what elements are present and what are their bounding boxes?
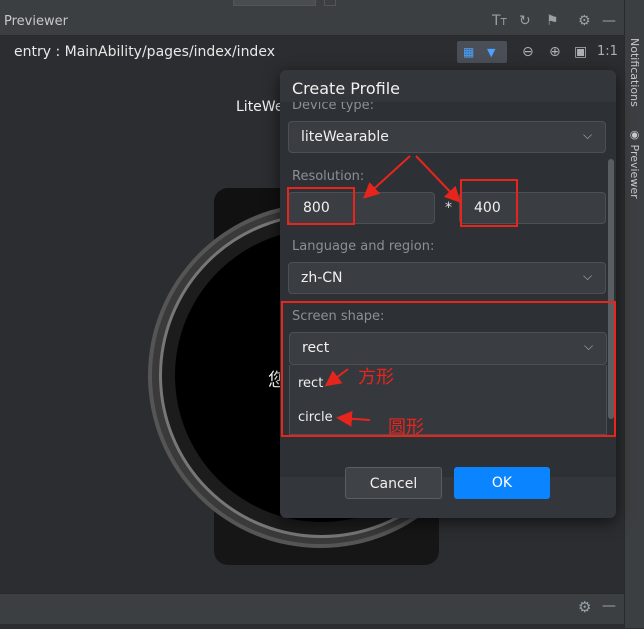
language-select[interactable]: zh-CN ⌵ (288, 262, 606, 294)
triangle-down-icon: ▼ (487, 46, 496, 59)
chevron-down-icon: ⌵ (583, 128, 593, 142)
annotation-rect-note: 方形 (358, 367, 394, 388)
chevron-down-icon: ⌵ (583, 269, 593, 283)
cancel-button[interactable]: Cancel (345, 467, 442, 499)
gear-icon[interactable]: ⚙ (578, 598, 591, 616)
previewer-header: Previewer TT ↻ ⚑ ⚙ — (0, 6, 624, 36)
create-profile-dialog: Create Profile Device type: liteWearable… (280, 70, 616, 518)
dialog-title: Create Profile (292, 79, 400, 98)
zoom-in-icon[interactable]: ⊕ (549, 43, 561, 61)
device-label: LiteWe (236, 99, 284, 115)
device-type-label: Device type: (292, 102, 375, 113)
annotation-box-height (460, 179, 518, 227)
annotation-circle-note: 圆形 (388, 417, 424, 438)
notifications-tab[interactable]: Notifications (628, 38, 641, 107)
previewer-tab-label: Previewer (628, 144, 641, 199)
device-toggle-button[interactable]: ▦ ▼ (457, 41, 507, 63)
panel-title: Previewer (4, 14, 68, 29)
device-type-value: liteWearable (301, 129, 389, 145)
previewer-tab[interactable]: ◉ Previewer (628, 128, 641, 199)
actual-size-icon[interactable]: 1:1 (597, 43, 618, 61)
fit-screen-icon[interactable]: ▣ (574, 43, 587, 61)
annotation-box-shape (281, 301, 616, 437)
ok-button[interactable]: OK (454, 467, 550, 499)
device-type-select[interactable]: liteWearable ⌵ (288, 121, 606, 153)
bottom-bar: ⚙ — (0, 593, 624, 629)
sync-icon[interactable]: ↻ (519, 12, 531, 30)
resolution-separator: * (445, 200, 452, 216)
bottom-strip (0, 624, 624, 629)
language-label: Language and region: (292, 239, 435, 254)
gear-icon[interactable]: ⚙ (578, 12, 591, 30)
annotation-box-width (287, 187, 355, 225)
page-path: entry : MainAbility/pages/index/index (14, 44, 275, 60)
grid-icon: ▦ (463, 45, 475, 59)
minimize-icon[interactable]: — (602, 598, 616, 614)
pin-icon[interactable]: ⚑ (546, 12, 559, 30)
resolution-label: Resolution: (292, 169, 365, 184)
side-tool-strip: Notifications ◉ Previewer (624, 0, 644, 628)
minimize-icon[interactable]: — (602, 12, 616, 30)
language-value: zh-CN (301, 270, 343, 286)
font-icon[interactable]: TT (492, 12, 507, 32)
zoom-out-icon[interactable]: ⊖ (522, 43, 534, 61)
